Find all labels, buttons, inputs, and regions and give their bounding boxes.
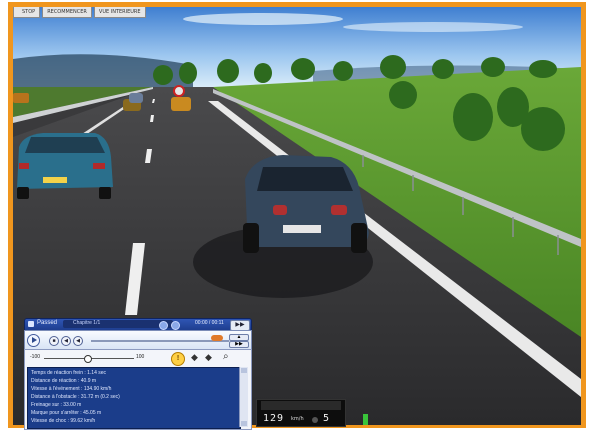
slider-knob[interactable]: [84, 355, 92, 363]
hud-indicator-icon: [312, 417, 318, 423]
transport-controls: ■ ◀ ◀ ▲ ▶▶: [24, 330, 252, 350]
info-line: Marque pour s'arrêter : 45.05 m: [31, 410, 102, 416]
distant-car: [13, 93, 29, 103]
chapter-selector[interactable]: Chapitre 1/1: [63, 320, 173, 328]
info-scrollbar[interactable]: [239, 367, 248, 427]
arrow-left-icon[interactable]: ◆: [191, 352, 198, 363]
analysis-section: -100 100 ! ◆ ◆ ⌕ Temps de réaction frein…: [24, 349, 252, 430]
gear-readout: 5: [323, 413, 330, 424]
fast-forward-button[interactable]: ▶▶: [229, 341, 249, 348]
prev-chapter-icon[interactable]: [159, 321, 168, 330]
distant-car: [129, 93, 143, 103]
replay-panel: Passed Chapitre 1/1 00:00 / 00:11 ▶▶ ■ ◀…: [24, 318, 252, 430]
interior-view-tab[interactable]: VUE INTERIEURE: [93, 7, 146, 18]
chapter-label: Chapitre 1/1: [73, 320, 101, 326]
passed-label: Passed: [37, 320, 58, 326]
timeline-car-marker[interactable]: [211, 335, 223, 341]
restart-tab[interactable]: RECOMMENCER: [42, 7, 92, 18]
info-line: Vitesse à l'événement : 134.90 km/h: [31, 386, 112, 392]
camera-slider: -100 100: [30, 354, 180, 364]
cloud: [343, 22, 523, 32]
speed-up-button[interactable]: ▲: [229, 334, 249, 341]
cloud: [183, 13, 343, 25]
warning-sign: [173, 85, 185, 97]
top-toolbar: STOP RECOMMENCER VUE INTERIEURE: [13, 7, 146, 19]
slider-min-label: -100: [30, 354, 41, 360]
zoom-icon[interactable]: ⌕: [223, 351, 235, 363]
time-label: 00:00 / 00:11: [195, 320, 224, 326]
game-window: STOP RECOMMENCER VUE INTERIEURE Passed C…: [0, 0, 592, 432]
scroll-down-icon[interactable]: [241, 421, 247, 426]
arrow-right-icon[interactable]: ◆: [205, 352, 212, 363]
car-main: [243, 155, 369, 253]
warning-icon[interactable]: !: [171, 352, 185, 366]
info-line: Distance de réaction : 40.9 m: [31, 378, 97, 384]
slider-max-label: 100: [136, 354, 145, 360]
distant-car: [171, 97, 191, 111]
info-line: Freinage sur : 33.00 m: [31, 402, 82, 408]
speedometer-hud: 129 km/h 5: [256, 399, 346, 427]
info-line: Temps de réaction frein : 1.14 sec: [31, 370, 107, 376]
rewind-button[interactable]: ◀: [61, 336, 71, 346]
speed-readout: 129: [263, 413, 285, 424]
reaction-info-box: Temps de réaction frein : 1.14 sec Dista…: [27, 367, 241, 429]
throttle-indicator: [363, 414, 368, 425]
next-chapter-icon[interactable]: [171, 321, 180, 330]
stop-button[interactable]: ■: [49, 336, 59, 346]
speed-unit: km/h: [291, 416, 304, 422]
hud-top-bar: [261, 401, 341, 410]
play-button[interactable]: [27, 334, 40, 347]
info-line: Vitesse de choc : 99.62 km/h: [31, 418, 96, 424]
stop-tab[interactable]: STOP: [13, 7, 41, 18]
panel-icon: [28, 321, 34, 327]
scroll-up-icon[interactable]: [241, 368, 247, 373]
info-line: Distance à l'obstacle : 31.72 m (0.2 sec…: [31, 394, 120, 400]
step-back-button[interactable]: ◀: [73, 336, 83, 346]
timeline-track[interactable]: [91, 340, 229, 342]
